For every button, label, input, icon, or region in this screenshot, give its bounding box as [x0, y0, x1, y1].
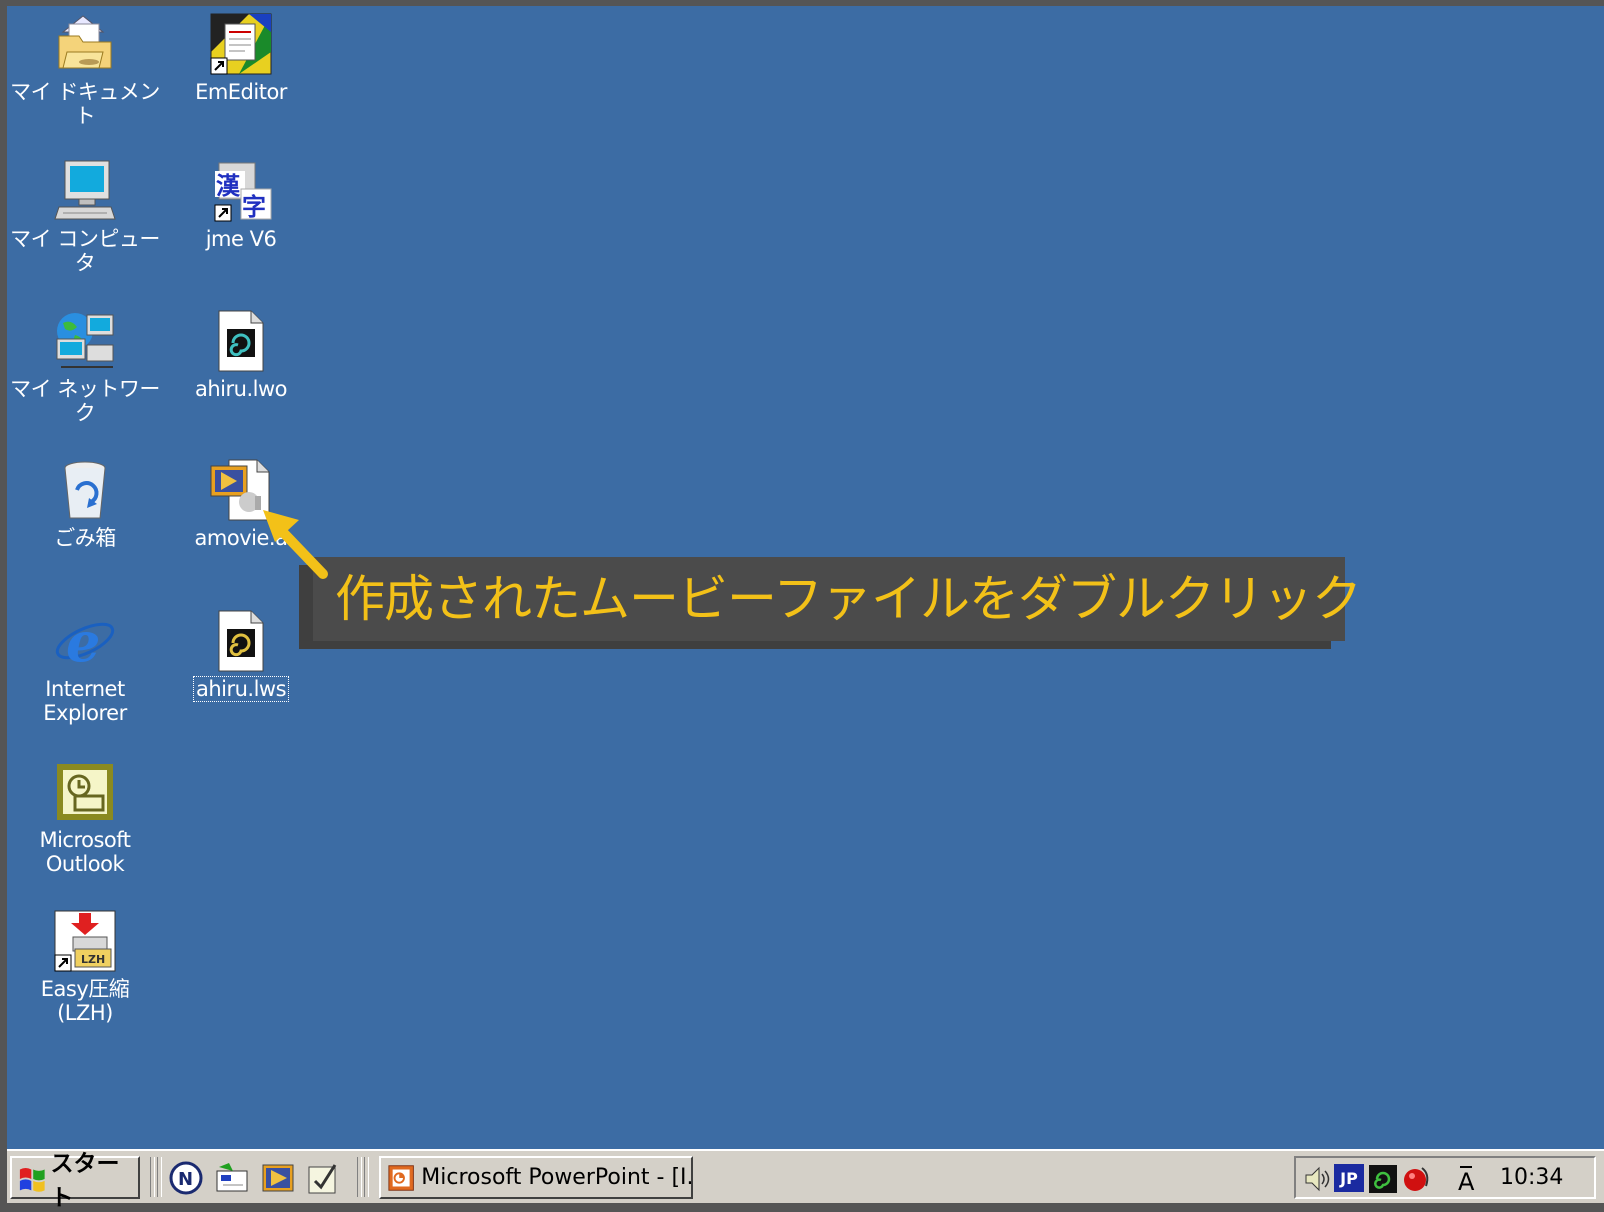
- desktop-icon-jme[interactable]: 漢 字 jme V6: [163, 159, 319, 251]
- lws-file-icon: [209, 609, 273, 673]
- instruction-callout: 作成されたムービーファイルをダブルクリック: [313, 557, 1362, 641]
- taskbar-divider: [157, 1157, 162, 1197]
- jme-icon: 漢 字: [209, 159, 273, 223]
- antivirus-icon[interactable]: [1402, 1164, 1432, 1194]
- desktop-icon-ahiru-lwo[interactable]: ahiru.lwo: [163, 309, 319, 401]
- icon-label: ごみ箱: [54, 526, 116, 550]
- taskbar-button-powerpoint[interactable]: Microsoft PowerPoint - [I...: [379, 1156, 693, 1199]
- icon-label: マイ コンピュータ: [10, 227, 160, 275]
- internet-explorer-icon: e: [53, 609, 117, 673]
- icon-label: ahiru.lws: [192, 676, 290, 702]
- desktop: マイ ドキュメント マイ コンピュータ マイ ネットワーク ごみ箱 e Inte…: [7, 6, 1604, 1149]
- taskbar-divider: [150, 1157, 155, 1197]
- media-player-icon[interactable]: [261, 1161, 295, 1195]
- outlook-express-icon[interactable]: [215, 1161, 249, 1195]
- desktop-icon-emeditor[interactable]: EmEditor: [163, 12, 319, 104]
- desktop-icon-my-documents[interactable]: マイ ドキュメント: [7, 12, 163, 128]
- network-icon: [53, 309, 117, 373]
- lwo-file-icon: [209, 309, 273, 373]
- desktop-icon-my-computer[interactable]: マイ コンピュータ: [7, 159, 163, 275]
- folder-icon: [53, 12, 117, 76]
- callout-arrow-icon: [263, 510, 328, 579]
- volume-icon[interactable]: [1302, 1164, 1332, 1194]
- icon-label: マイ ネットワーク: [10, 377, 160, 425]
- desktop-icon-ahiru-lws[interactable]: ahiru.lws: [163, 609, 319, 702]
- svg-text:字: 字: [242, 193, 266, 221]
- show-desktop-icon[interactable]: [307, 1161, 341, 1195]
- icon-label: Easy圧縮 (LZH): [40, 977, 130, 1025]
- powerpoint-icon: [388, 1164, 414, 1191]
- taskbar-divider: [364, 1157, 369, 1197]
- icon-label: EmEditor: [195, 80, 287, 104]
- desktop-icon-outlook[interactable]: Microsoft Outlook: [7, 760, 163, 876]
- taskbar-divider: [357, 1157, 362, 1197]
- svg-text:e: e: [66, 610, 100, 673]
- netscape-icon[interactable]: N: [169, 1161, 203, 1195]
- task-label: Microsoft PowerPoint - [I...: [421, 1165, 691, 1190]
- svg-text:N: N: [178, 1169, 193, 1190]
- start-label: スタート: [50, 1150, 120, 1211]
- start-button[interactable]: スタート: [10, 1151, 140, 1211]
- desktop-icon-my-network[interactable]: マイ ネットワーク: [7, 309, 163, 425]
- easy-compress-icon: LZH: [53, 909, 117, 973]
- desktop-icon-easy-compress[interactable]: LZH Easy圧縮 (LZH): [7, 909, 163, 1025]
- recycle-bin-icon: [53, 458, 117, 522]
- desktop-icon-recycle-bin[interactable]: ごみ箱: [7, 458, 163, 550]
- svg-text:LZH: LZH: [81, 953, 105, 966]
- taskbar: スタート N Microsoft PowerPoint - [I... JP A…: [7, 1149, 1604, 1211]
- ime-input-icon[interactable]: A: [1452, 1164, 1482, 1194]
- icon-label: マイ ドキュメント: [10, 80, 160, 128]
- icon-label: Internet Explorer: [43, 677, 127, 725]
- svg-text:A: A: [1458, 1168, 1475, 1194]
- windows-logo-icon: [19, 1167, 45, 1192]
- ime-jp-icon[interactable]: JP: [1334, 1164, 1364, 1192]
- icon-label: Microsoft Outlook: [39, 828, 131, 876]
- computer-icon: [53, 159, 117, 223]
- icon-label: ahiru.lwo: [195, 377, 288, 401]
- svg-text:漢: 漢: [216, 172, 241, 200]
- icon-label: jme V6: [205, 227, 277, 251]
- lightwave-icon[interactable]: [1368, 1164, 1398, 1194]
- ime-label: JP: [1340, 1168, 1358, 1188]
- system-tray: JP A 10:34: [1294, 1156, 1596, 1199]
- clock: 10:34: [1500, 1165, 1564, 1190]
- emeditor-icon: [209, 12, 273, 76]
- callout-text: 作成されたムービーファイルをダブルクリック: [335, 570, 1362, 628]
- outlook-icon: [53, 760, 117, 824]
- desktop-icon-internet-explorer[interactable]: e Internet Explorer: [7, 609, 163, 725]
